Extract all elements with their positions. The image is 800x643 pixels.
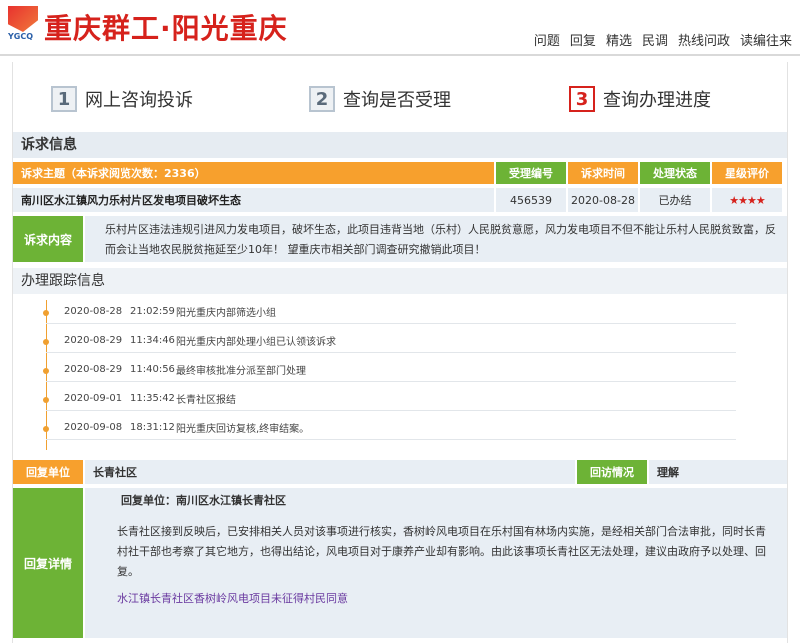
timeline-dot-icon bbox=[43, 397, 49, 403]
reply-unit-row: 回复单位 长青社区 回访情况 理解 bbox=[13, 460, 787, 484]
reply-detail-title: 回复单位：南川区水江镇长青社区 bbox=[121, 494, 286, 507]
nav-link-polls[interactable]: 民调 bbox=[642, 30, 668, 49]
timeline-item: 2020-09-08 18:31:12 阳光重庆回访复核,终审结案。 bbox=[43, 416, 736, 440]
appeal-status: 已办结 bbox=[640, 188, 710, 212]
status-header: 处理状态 bbox=[640, 162, 710, 184]
site-title[interactable]: 重庆群工·阳光重庆 bbox=[44, 7, 288, 47]
timeline-item: 2020-08-29 11:34:46 阳光重庆内部处理小组已认领该诉求 bbox=[43, 329, 736, 353]
appeal-header-row: 诉求主题（本诉求阅览次数：2336） 受理编号 诉求时间 处理状态 星级评价 bbox=[13, 162, 787, 184]
reply-unit-label: 回复单位 bbox=[13, 460, 83, 484]
step-number: 3 bbox=[569, 86, 595, 112]
appeal-content: 乐村片区违法违规引进风力发电项目，破坏生态，此项目违背当地（乐村）人民脱贫意愿，… bbox=[85, 216, 787, 262]
appeal-time: 2020-08-28 bbox=[568, 188, 638, 212]
top-nav: 问题 回复 精选 民调 热线问政 读编往来 bbox=[534, 30, 792, 49]
timeline-time: 11:34:46 bbox=[130, 335, 175, 346]
id-header: 受理编号 bbox=[496, 162, 566, 184]
reply-detail-row: 回复详情 回复单位：南川区水江镇长青社区 长青社区接到反映后，已安排相关人员对该… bbox=[13, 488, 787, 638]
timeline-date: 2020-08-29 bbox=[64, 335, 123, 346]
reply-unit-value: 长青社区 bbox=[85, 460, 575, 484]
timeline-date: 2020-09-01 bbox=[64, 393, 123, 404]
appeal-id: 456539 bbox=[496, 188, 566, 212]
timeline-item: 2020-09-01 11:35:42 长青社区报结 bbox=[43, 387, 736, 411]
timeline-text: 阳光重庆内部处理小组已认领该诉求 bbox=[176, 337, 336, 348]
timeline-dot-icon bbox=[43, 426, 49, 432]
process-steps: 1 网上咨询投诉 2 查询是否受理 3 查询办理进度 bbox=[13, 62, 787, 132]
timeline-dot-icon bbox=[43, 368, 49, 374]
step-check-progress[interactable]: 3 查询办理进度 bbox=[569, 86, 711, 112]
tracking-timeline: 2020-08-28 21:02:59 阳光重庆内部筛选小组 2020-08-2… bbox=[13, 296, 787, 456]
timeline-time: 11:35:42 bbox=[130, 393, 175, 404]
timeline-item: 2020-08-29 11:40:56 最终审核批准分派至部门处理 bbox=[43, 358, 736, 382]
step-number: 2 bbox=[309, 86, 335, 112]
time-header: 诉求时间 bbox=[568, 162, 638, 184]
timeline-date: 2020-08-28 bbox=[64, 306, 123, 317]
step-label: 查询办理进度 bbox=[603, 90, 711, 111]
reply-detail-body: 回复单位：南川区水江镇长青社区 长青社区接到反映后，已安排相关人员对该事项进行核… bbox=[85, 488, 787, 638]
timeline-text: 长青社区报结 bbox=[176, 395, 236, 406]
logo-mark-icon bbox=[8, 6, 38, 32]
nav-link-replies[interactable]: 回复 bbox=[570, 30, 596, 49]
site-logo[interactable]: YGCQ bbox=[8, 6, 38, 42]
rating-header: 星级评价 bbox=[712, 162, 782, 184]
subject-header: 诉求主题（本诉求阅览次数：2336） bbox=[13, 162, 494, 184]
nav-link-editors[interactable]: 读编往来 bbox=[740, 30, 792, 49]
star-rating: ★★★★ bbox=[712, 188, 782, 212]
visit-value: 理解 bbox=[649, 460, 787, 484]
timeline-item: 2020-08-28 21:02:59 阳光重庆内部筛选小组 bbox=[43, 300, 736, 324]
reply-detail-text: 长青社区接到反映后，已安排相关人员对该事项进行核实，香树岭风电项目在乐村国有林场… bbox=[117, 525, 766, 578]
main-content: 1 网上咨询投诉 2 查询是否受理 3 查询办理进度 诉求信息 诉求主题（本诉求… bbox=[12, 62, 788, 643]
timeline-dot-icon bbox=[43, 310, 49, 316]
timeline-text: 阳光重庆内部筛选小组 bbox=[176, 308, 276, 319]
reply-attachment-link[interactable]: 水江镇长青社区香树岭风电项目未征得村民同意 bbox=[117, 590, 775, 606]
content-label: 诉求内容 bbox=[13, 216, 83, 262]
timeline-time: 18:31:12 bbox=[130, 422, 175, 433]
tracking-section-title: 办理跟踪信息 bbox=[13, 268, 787, 294]
nav-link-hotline[interactable]: 热线问政 bbox=[678, 30, 730, 49]
site-header: YGCQ 重庆群工·阳光重庆 问题 回复 精选 民调 热线问政 读编往来 bbox=[0, 0, 800, 56]
appeal-subject: 南川区水江镇风力乐村片区发电项目破坏生态 bbox=[13, 188, 494, 212]
visit-label: 回访情况 bbox=[577, 460, 647, 484]
appeal-section-title: 诉求信息 bbox=[13, 132, 787, 158]
timeline-dot-icon bbox=[43, 339, 49, 345]
step-label: 网上咨询投诉 bbox=[85, 90, 193, 111]
step-label: 查询是否受理 bbox=[343, 90, 451, 111]
step-consult[interactable]: 1 网上咨询投诉 bbox=[51, 86, 193, 112]
step-number: 1 bbox=[51, 86, 77, 112]
step-check-accepted[interactable]: 2 查询是否受理 bbox=[309, 86, 451, 112]
timeline-date: 2020-08-29 bbox=[64, 364, 123, 375]
timeline-text: 阳光重庆回访复核,终审结案。 bbox=[176, 424, 310, 435]
appeal-data-row: 南川区水江镇风力乐村片区发电项目破坏生态 456539 2020-08-28 已… bbox=[13, 188, 787, 212]
nav-link-questions[interactable]: 问题 bbox=[534, 30, 560, 49]
timeline-text: 最终审核批准分派至部门处理 bbox=[176, 366, 306, 377]
logo-text: YGCQ bbox=[8, 32, 34, 41]
reply-detail-label: 回复详情 bbox=[13, 488, 83, 638]
timeline-time: 21:02:59 bbox=[130, 306, 175, 317]
timeline-time: 11:40:56 bbox=[130, 364, 175, 375]
nav-link-featured[interactable]: 精选 bbox=[606, 30, 632, 49]
appeal-content-row: 诉求内容 乐村片区违法违规引进风力发电项目，破坏生态，此项目违背当地（乐村）人民… bbox=[13, 216, 787, 262]
timeline-date: 2020-09-08 bbox=[64, 422, 123, 433]
